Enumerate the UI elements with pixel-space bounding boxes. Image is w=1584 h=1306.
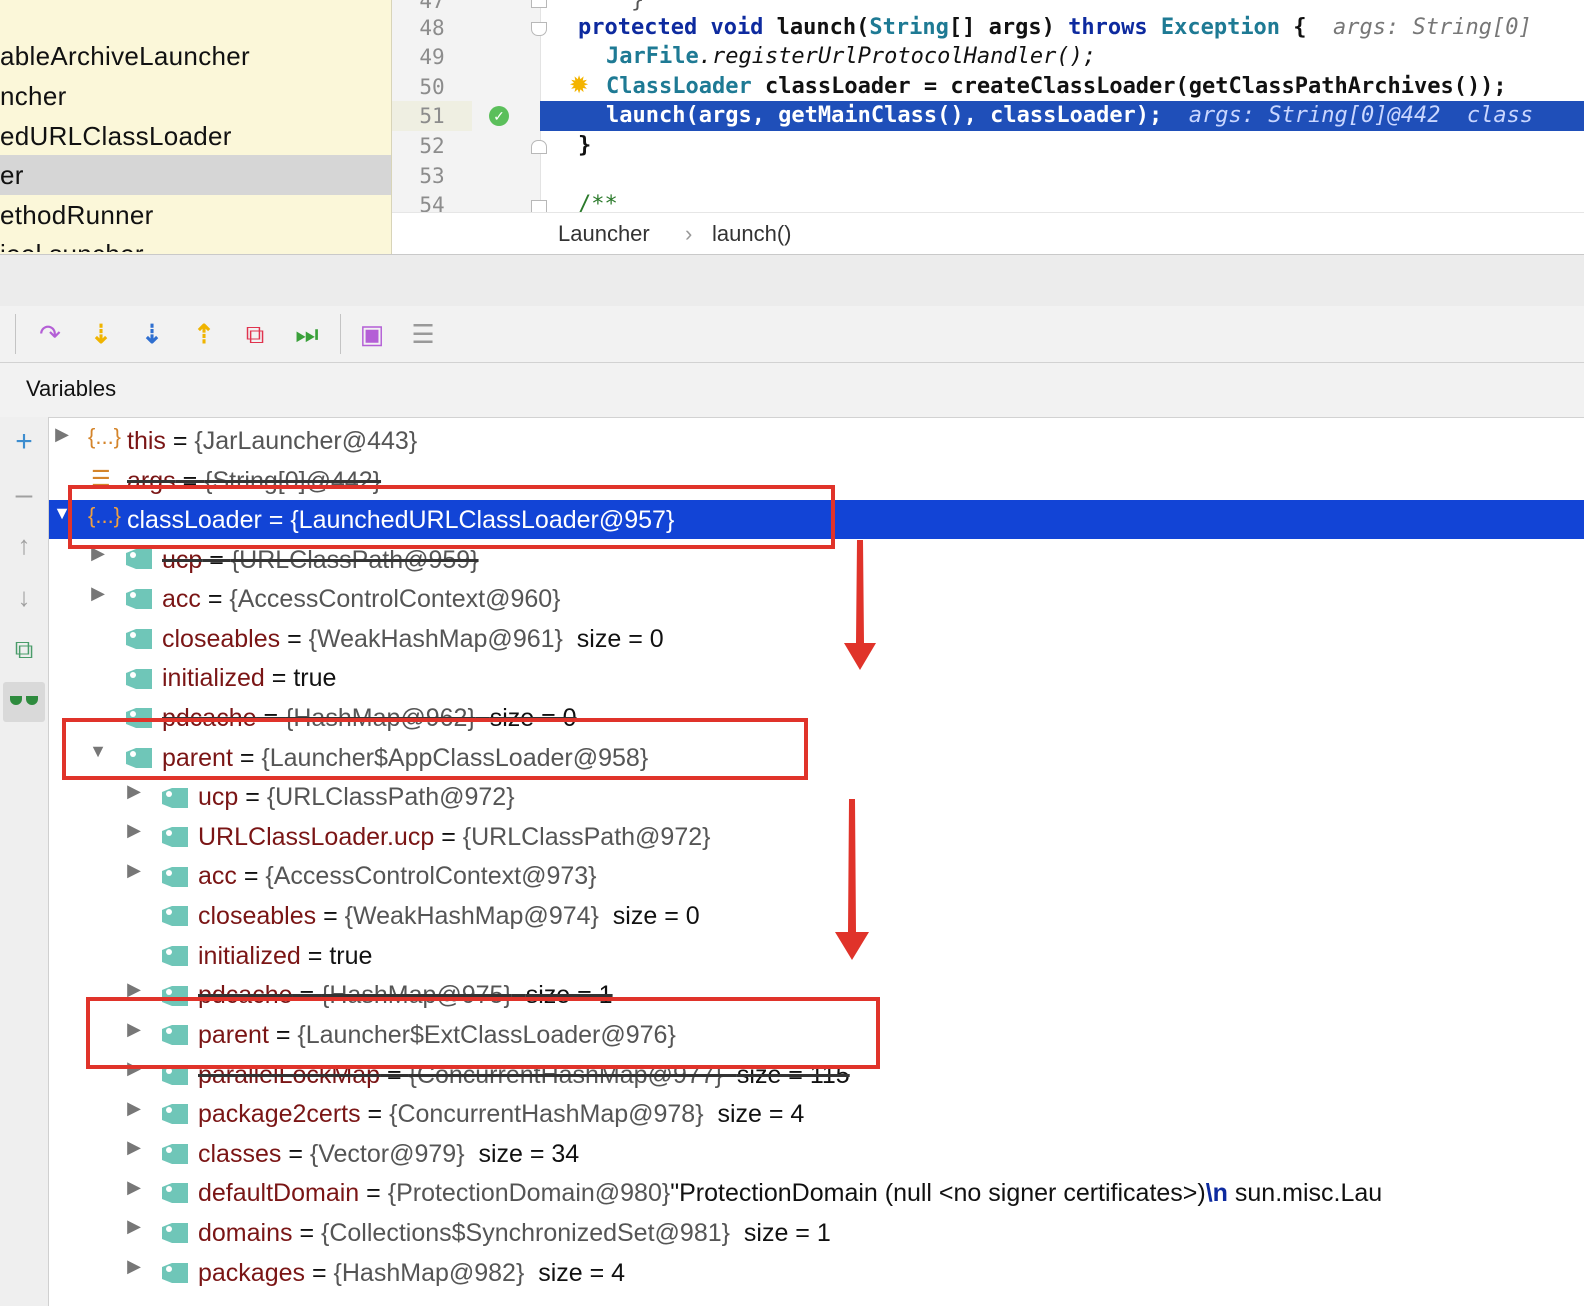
variable-row[interactable]: initialized = true xyxy=(162,658,336,698)
breadcrumb-class[interactable]: Launcher xyxy=(558,221,650,247)
code-line-current: launch(args, getMainClass(), classLoader… xyxy=(606,103,1534,128)
glasses-icon xyxy=(26,696,38,705)
panel-splitter[interactable] xyxy=(0,254,1584,308)
field-tag-icon xyxy=(124,667,154,691)
annotation-box xyxy=(62,718,808,780)
breakpoint-verified-icon[interactable]: ✓ xyxy=(489,106,509,126)
expand-arrow-icon[interactable]: ▶ xyxy=(124,781,144,802)
field-tag-icon xyxy=(124,587,154,611)
frame-item[interactable]: ethodRunner xyxy=(0,195,391,235)
variable-row[interactable]: this = {JarLauncher@443} xyxy=(127,421,417,461)
line-number: 49 xyxy=(419,45,445,69)
intention-bulb-icon[interactable]: ✹ xyxy=(566,72,592,100)
breadcrumb: Launcher › launch() xyxy=(392,212,1584,255)
code-line: JarFile.registerUrlProtocolHandler(); xyxy=(606,44,1097,69)
field-tag-icon xyxy=(160,825,190,849)
expand-arrow-icon[interactable]: ▶ xyxy=(124,860,144,881)
fold-marker-icon[interactable] xyxy=(531,0,547,8)
line-number: 48 xyxy=(419,16,445,40)
variable-row[interactable]: packages = {HashMap@982} size = 4 xyxy=(198,1253,625,1293)
annotation-arrow xyxy=(844,540,876,670)
expand-arrow-icon[interactable]: ▶ xyxy=(88,583,108,604)
annotation-box xyxy=(68,485,835,549)
fold-marker-icon[interactable] xyxy=(531,22,547,36)
line-number: 53 xyxy=(419,164,445,188)
field-tag-icon xyxy=(160,1102,190,1126)
annotation-box xyxy=(86,997,880,1069)
line-number: 52 xyxy=(419,134,445,158)
move-down-icon[interactable]: ↓ xyxy=(0,582,48,613)
variables-header xyxy=(0,363,1584,418)
toolbar-divider xyxy=(15,314,16,354)
variables-title: Variables xyxy=(26,376,117,401)
show-watches-toggle[interactable] xyxy=(3,682,45,722)
add-watch-icon[interactable]: + xyxy=(0,425,48,459)
field-tag-icon xyxy=(160,1221,190,1245)
evaluate-expression-icon[interactable]: ▣ xyxy=(352,312,392,356)
variable-row[interactable]: closeables = {WeakHashMap@974} size = 0 xyxy=(198,896,700,936)
variable-row[interactable]: domains = {Collections$SynchronizedSet@9… xyxy=(198,1213,831,1253)
step-over-icon[interactable]: ↷ xyxy=(30,312,70,356)
line-number-current: 51 xyxy=(392,101,472,131)
field-tag-icon xyxy=(160,786,190,810)
frames-list: ableArchiveLauncher ncher edURLClassLoad… xyxy=(0,0,392,254)
breadcrumb-method[interactable]: launch() xyxy=(712,221,791,247)
fold-marker-icon[interactable] xyxy=(531,140,547,154)
force-step-into-icon[interactable]: ⇣ xyxy=(132,312,172,356)
expand-arrow-icon[interactable]: ▶ xyxy=(124,820,144,841)
expand-arrow-icon[interactable]: ▶ xyxy=(124,1216,144,1237)
field-tag-icon xyxy=(160,1261,190,1285)
variable-row[interactable]: URLClassLoader.ucp = {URLClassPath@972} xyxy=(198,817,711,857)
field-tag-icon xyxy=(160,1142,190,1166)
expand-arrow-icon[interactable]: ▶ xyxy=(124,1137,144,1158)
code-line: } xyxy=(578,133,592,158)
variable-row[interactable]: closeables = {WeakHashMap@961} size = 0 xyxy=(162,619,664,659)
variable-row[interactable]: ucp = {URLClassPath@972} xyxy=(198,777,515,817)
run-to-cursor-icon[interactable]: ⏭ xyxy=(287,312,327,356)
code-line: ClassLoader classLoader = createClassLoa… xyxy=(606,74,1507,99)
frame-item[interactable]: ableArchiveLauncher xyxy=(0,36,391,76)
expand-arrow-icon[interactable]: ▶ xyxy=(124,1098,144,1119)
expand-arrow-icon[interactable]: ▶ xyxy=(52,424,72,445)
variable-row[interactable]: acc = {AccessControlContext@960} xyxy=(162,579,561,619)
field-tag-icon xyxy=(160,865,190,889)
field-tag-icon xyxy=(124,547,154,571)
duplicate-watch-icon[interactable]: ⧉ xyxy=(0,634,48,666)
frame-item-selected[interactable]: er xyxy=(0,155,391,195)
variable-row[interactable]: classes = {Vector@979} size = 34 xyxy=(198,1134,579,1174)
frame-item[interactable]: ncher xyxy=(0,76,391,116)
breadcrumb-separator-icon: › xyxy=(685,221,693,246)
code-line: protected void launch(String[] args) thr… xyxy=(578,15,1532,40)
object-icon: {...} xyxy=(88,424,122,449)
toolbar-divider xyxy=(340,314,341,354)
step-out-icon[interactable]: ⇡ xyxy=(184,312,224,356)
trace-icon[interactable]: ☰ xyxy=(403,312,443,356)
field-tag-icon xyxy=(160,944,190,968)
field-tag-icon xyxy=(160,904,190,928)
glasses-icon xyxy=(10,696,22,705)
field-tag-icon xyxy=(160,1181,190,1205)
variable-row[interactable]: initialized = true xyxy=(198,936,372,976)
frame-item[interactable]: edURLClassLoader xyxy=(0,116,391,156)
expand-arrow-icon[interactable]: ▶ xyxy=(124,1256,144,1277)
annotation-arrow xyxy=(835,799,869,960)
step-into-icon[interactable]: ⇣ xyxy=(81,312,121,356)
move-up-icon[interactable]: ↑ xyxy=(0,530,48,561)
expand-arrow-icon[interactable]: ▶ xyxy=(124,1177,144,1198)
drop-frame-icon[interactable]: ⧉ xyxy=(235,312,275,356)
field-tag-icon xyxy=(124,627,154,651)
remove-watch-icon[interactable]: – xyxy=(0,478,48,512)
variable-row[interactable]: defaultDomain = {ProtectionDomain@980}"P… xyxy=(198,1173,1584,1213)
line-number: 50 xyxy=(419,75,445,99)
variable-row[interactable]: acc = {AccessControlContext@973} xyxy=(198,856,597,896)
frame-item[interactable]: ieel suncher xyxy=(0,234,391,252)
variable-row[interactable]: package2certs = {ConcurrentHashMap@978} … xyxy=(198,1094,804,1134)
